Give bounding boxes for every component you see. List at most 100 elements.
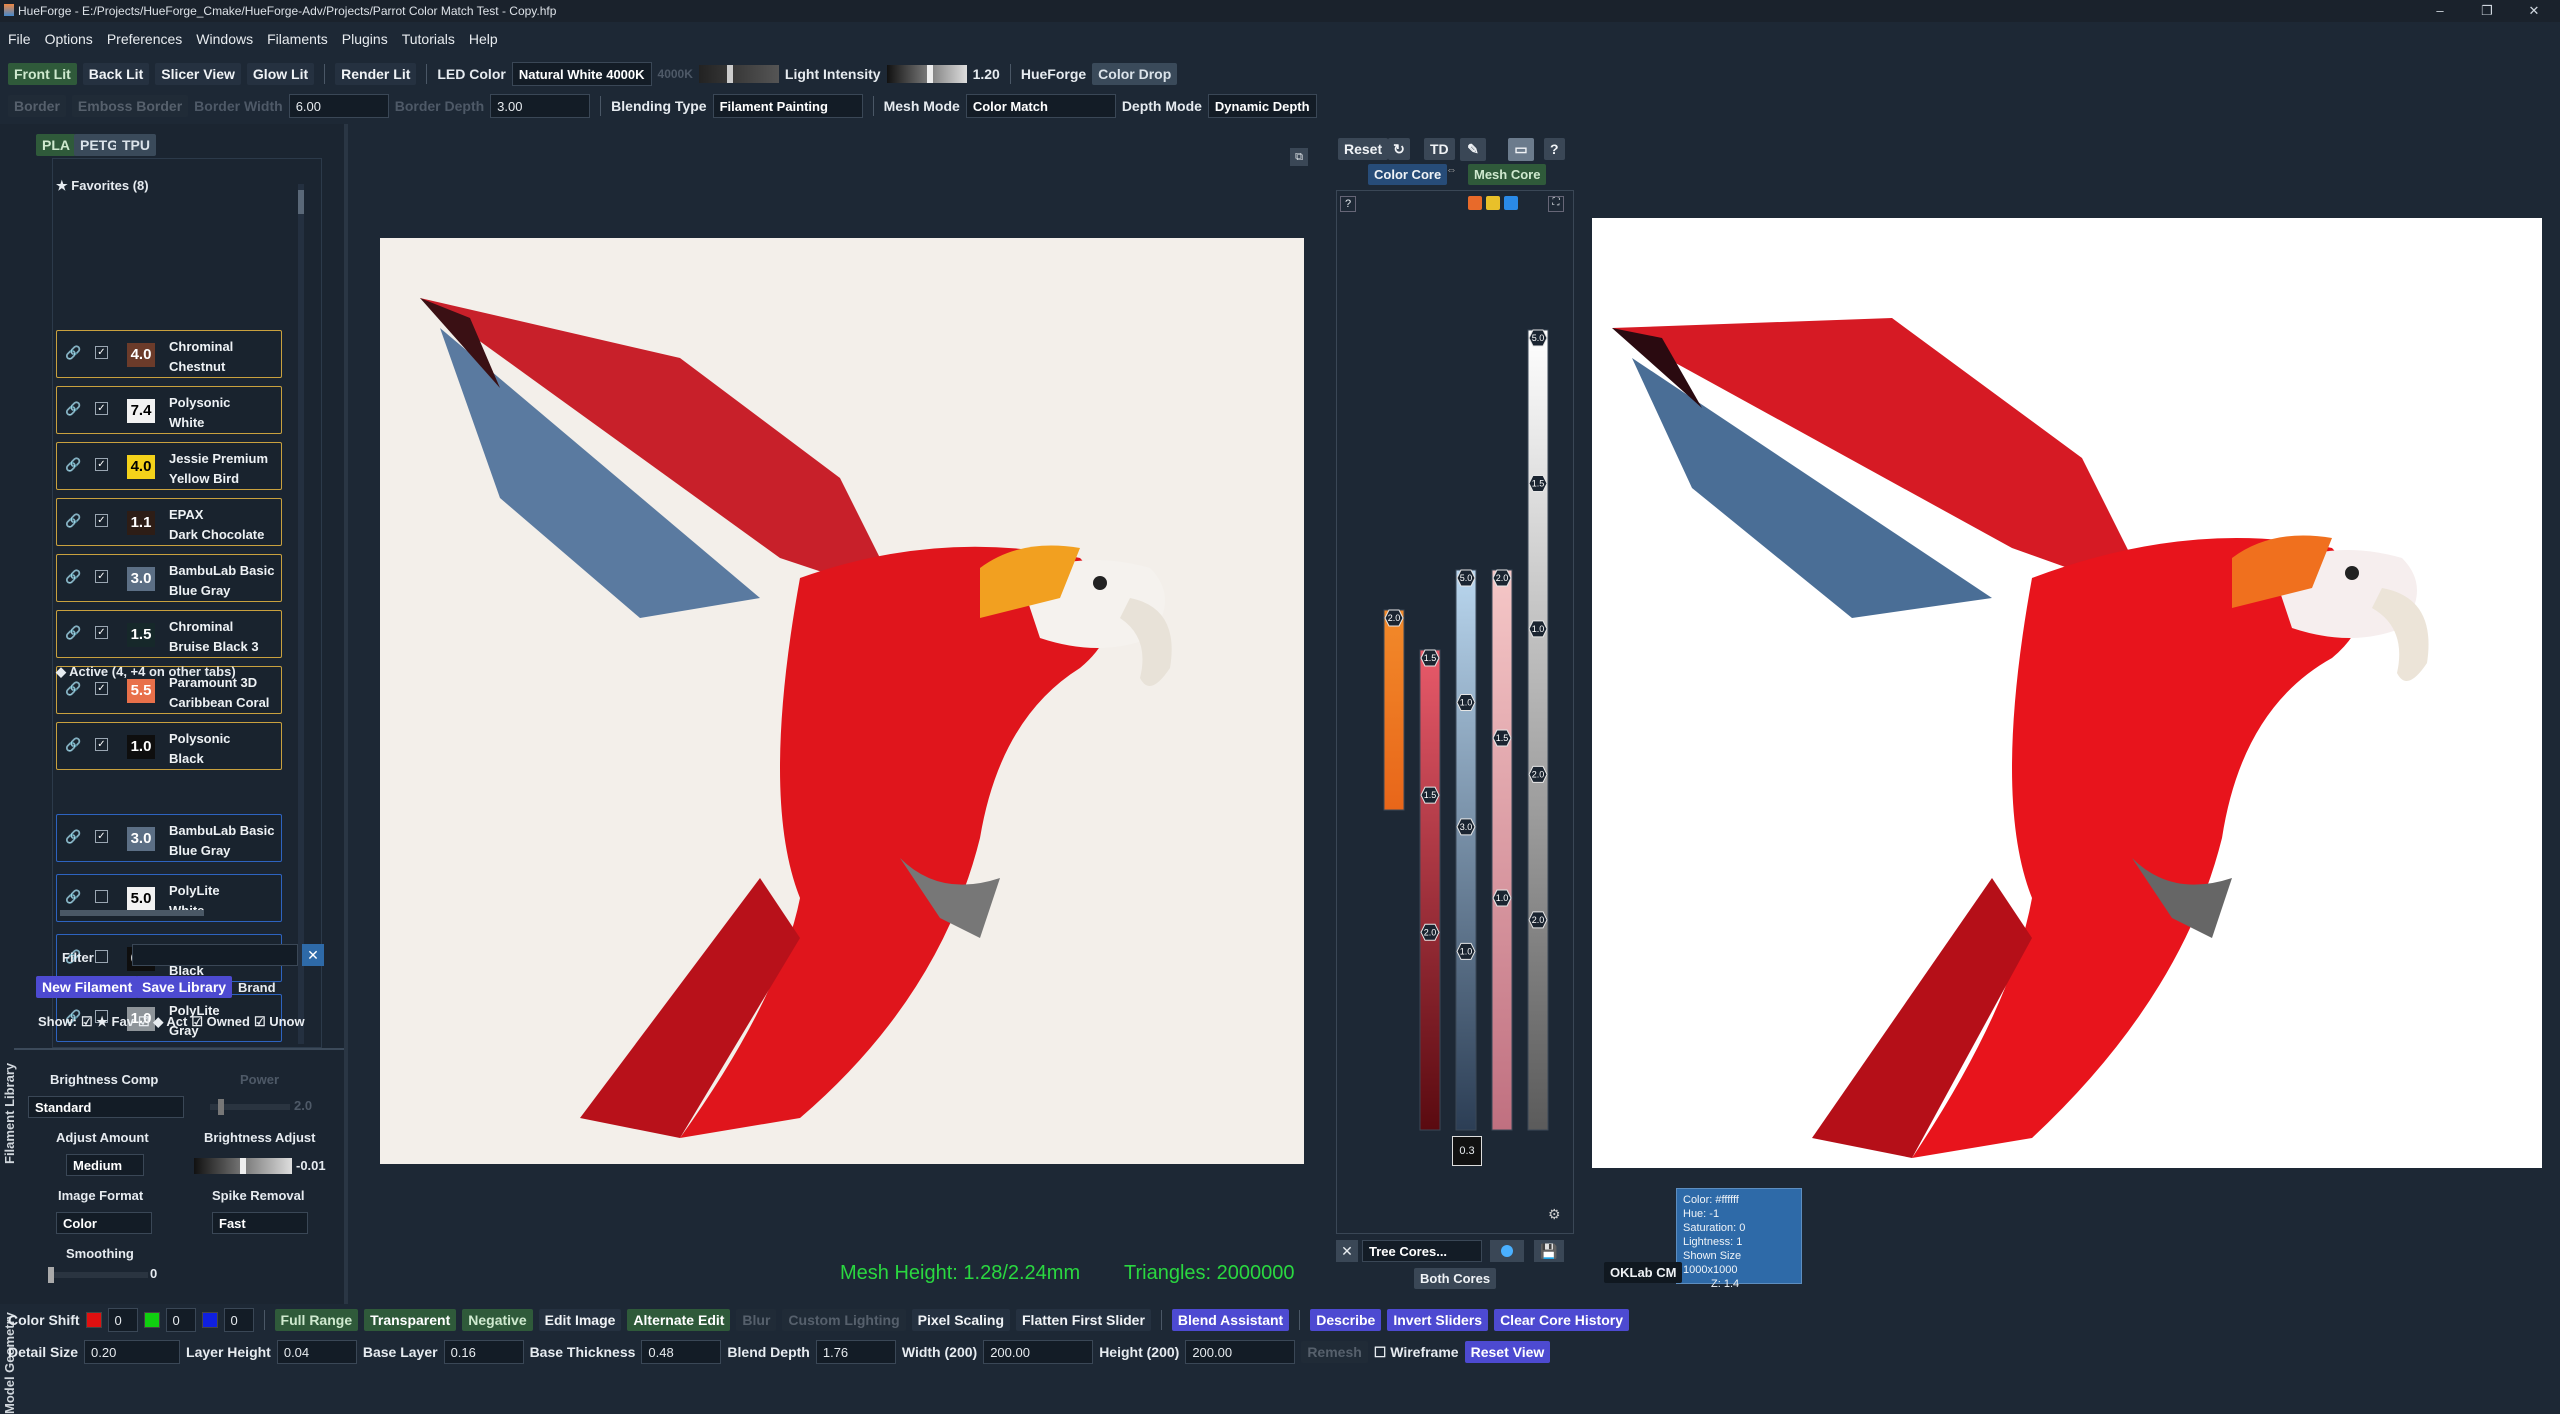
emboss-border-button[interactable]: Emboss Border	[71, 95, 189, 117]
brightness-comp-select[interactable]: Standard	[28, 1096, 184, 1118]
clear-core-history-button[interactable]: Clear Core History	[1494, 1309, 1629, 1331]
save-core-icon[interactable]: 💾	[1534, 1240, 1564, 1262]
smoothing-slider[interactable]	[48, 1267, 148, 1283]
oklab-cm-button[interactable]: OKLab CM	[1604, 1262, 1683, 1283]
filament-checkbox[interactable]: ✓	[95, 738, 108, 751]
link-icon[interactable]: 🔗	[65, 345, 81, 361]
blend-depth-input[interactable]: 1.76	[815, 1340, 896, 1364]
detail-size-input[interactable]: 0.20	[84, 1340, 181, 1364]
link-icon[interactable]: 🔗	[65, 569, 81, 585]
invert-sliders-button[interactable]: Invert Sliders	[1387, 1309, 1489, 1331]
show-unowned-checkbox[interactable]: ☑ Unow	[254, 1014, 305, 1030]
maximize-button[interactable]: ❐	[2467, 0, 2507, 22]
color-drop-button[interactable]: Color Drop	[1092, 63, 1178, 85]
filament-card[interactable]: 🔗 ✓ 3.0 BambuLab Basic Blue Gray	[56, 554, 282, 602]
mesh-mode-select[interactable]: Color Match	[965, 94, 1116, 118]
show-fav-checkbox[interactable]: ☑ ★ Fav	[81, 1014, 134, 1030]
link-arrows-icon[interactable]: ⇔	[1446, 164, 1457, 176]
custom-lighting-button[interactable]: Custom Lighting	[782, 1309, 906, 1331]
blending-type-select[interactable]: Filament Painting	[712, 94, 863, 118]
link-icon[interactable]: 🔗	[65, 681, 81, 697]
image-view-icon[interactable]: ▭	[1508, 138, 1534, 161]
reset-button[interactable]: Reset	[1338, 138, 1389, 160]
new-filament-button[interactable]: New Filament	[36, 976, 139, 998]
filament-card[interactable]: 🔗 ✓ 3.0 BambuLab Basic Blue Gray	[56, 814, 282, 862]
mesh-core-button[interactable]: Mesh Core	[1468, 164, 1547, 185]
menu-filaments[interactable]: Filaments	[267, 31, 328, 47]
link-icon[interactable]: 🔗	[65, 401, 81, 417]
tab-tpu[interactable]: TPU	[116, 134, 156, 156]
menu-help[interactable]: Help	[469, 31, 498, 47]
depth-mode-select[interactable]: Dynamic Depth	[1207, 94, 1317, 118]
menu-preferences[interactable]: Preferences	[107, 31, 182, 47]
color-core-button[interactable]: Color Core	[1368, 164, 1448, 185]
panel-splitter[interactable]	[344, 124, 348, 1304]
source-image[interactable]	[380, 238, 1304, 1164]
filament-checkbox[interactable]: ✓	[95, 830, 108, 843]
tree-cores-select[interactable]: Tree Cores...	[1362, 1240, 1482, 1262]
save-library-button[interactable]: Save Library	[136, 976, 233, 998]
link-icon[interactable]: 🔗	[65, 829, 81, 845]
negative-button[interactable]: Negative	[462, 1309, 533, 1331]
describe-button[interactable]: Describe	[1310, 1309, 1382, 1331]
close-button[interactable]: ✕	[2514, 0, 2554, 22]
green-shift-input[interactable]: 0	[165, 1308, 196, 1332]
tab-pla[interactable]: PLA	[36, 134, 76, 156]
filament-slider-track[interactable]	[1419, 649, 1441, 1131]
transparent-button[interactable]: Transparent	[364, 1309, 457, 1331]
link-icon[interactable]: 🔗	[65, 513, 81, 529]
render-lit-button[interactable]: Render Lit	[335, 63, 417, 85]
filament-checkbox[interactable]: ✓	[95, 626, 108, 639]
blur-button[interactable]: Blur	[736, 1309, 777, 1331]
pencil-icon[interactable]: ✎	[1460, 138, 1486, 161]
height-input[interactable]: 200.00	[1185, 1340, 1296, 1364]
filter-input[interactable]	[132, 944, 298, 966]
help-button[interactable]: ?	[1544, 138, 1565, 160]
minimize-button[interactable]: –	[2420, 0, 2460, 22]
menu-file[interactable]: File	[8, 31, 31, 47]
filament-slider-track[interactable]	[1527, 329, 1549, 1131]
menu-options[interactable]: Options	[45, 31, 93, 47]
filament-library-tab[interactable]: Filament Library	[2, 924, 17, 1164]
tree-cores-close-icon[interactable]: ✕	[1336, 1240, 1358, 1262]
glow-lit-button[interactable]: Glow Lit	[246, 63, 315, 85]
link-icon[interactable]: 🔗	[65, 889, 81, 905]
led-temp-slider[interactable]	[698, 65, 779, 83]
filament-card[interactable]: 🔗 ✓ 7.4 Polysonic White	[56, 386, 282, 434]
filament-checkbox[interactable]: ✓	[95, 514, 108, 527]
filament-card[interactable]: 🔗 ✓ 1.5 Chrominal Bruise Black 3	[56, 610, 282, 658]
filament-slider-track[interactable]	[1491, 569, 1513, 1131]
light-intensity-slider[interactable]	[886, 65, 967, 83]
edit-image-button[interactable]: Edit Image	[538, 1309, 622, 1331]
filament-card[interactable]: 🔗 ✓ 4.0 Jessie Premium Yellow Bird	[56, 442, 282, 490]
collapse-icon[interactable]: ⧉	[1290, 148, 1308, 166]
filament-checkbox[interactable]: ✓	[95, 570, 108, 583]
slicer-view-button[interactable]: Slicer View	[155, 63, 241, 85]
border-width-input[interactable]: 6.00	[288, 94, 389, 118]
show-act-checkbox[interactable]: ☑ ◆ Act	[138, 1014, 187, 1030]
filament-card[interactable]: 🔗 ✓ 1.0 Polysonic Black	[56, 722, 282, 770]
filament-checkbox[interactable]	[95, 950, 108, 963]
image-format-select[interactable]: Color	[56, 1212, 152, 1234]
base-layer-input[interactable]: 0.16	[443, 1340, 524, 1364]
pixel-scaling-button[interactable]: Pixel Scaling	[911, 1309, 1010, 1331]
led-color-select[interactable]: Natural White 4000K	[511, 62, 652, 86]
menu-plugins[interactable]: Plugins	[342, 31, 388, 47]
settings-gear-icon[interactable]: ⚙	[1548, 1206, 1566, 1224]
filament-checkbox[interactable]: ✓	[95, 402, 108, 415]
both-cores-button[interactable]: Both Cores	[1414, 1268, 1497, 1289]
layer-height-input[interactable]: 0.04	[276, 1340, 357, 1364]
refresh-icon[interactable]: ↻	[1388, 138, 1410, 160]
link-icon[interactable]: 🔗	[65, 625, 81, 641]
link-icon[interactable]: 🔗	[65, 737, 81, 753]
td-button[interactable]: TD	[1424, 138, 1455, 160]
core-dot-icon[interactable]	[1490, 1240, 1524, 1262]
model-geometry-tab[interactable]: Model Geometry	[2, 1174, 17, 1414]
reset-view-button[interactable]: Reset View	[1464, 1341, 1551, 1363]
filament-card[interactable]: 🔗 ✓ 4.0 Chrominal Chestnut	[56, 330, 282, 378]
blue-shift-input[interactable]: 0	[223, 1308, 254, 1332]
filament-checkbox[interactable]: ✓	[95, 458, 108, 471]
filament-checkbox[interactable]: ✓	[95, 682, 108, 695]
border-button[interactable]: Border	[8, 95, 66, 117]
filament-card[interactable]: 🔗 ✓ 1.1 EPAX Dark Chocolate	[56, 498, 282, 546]
